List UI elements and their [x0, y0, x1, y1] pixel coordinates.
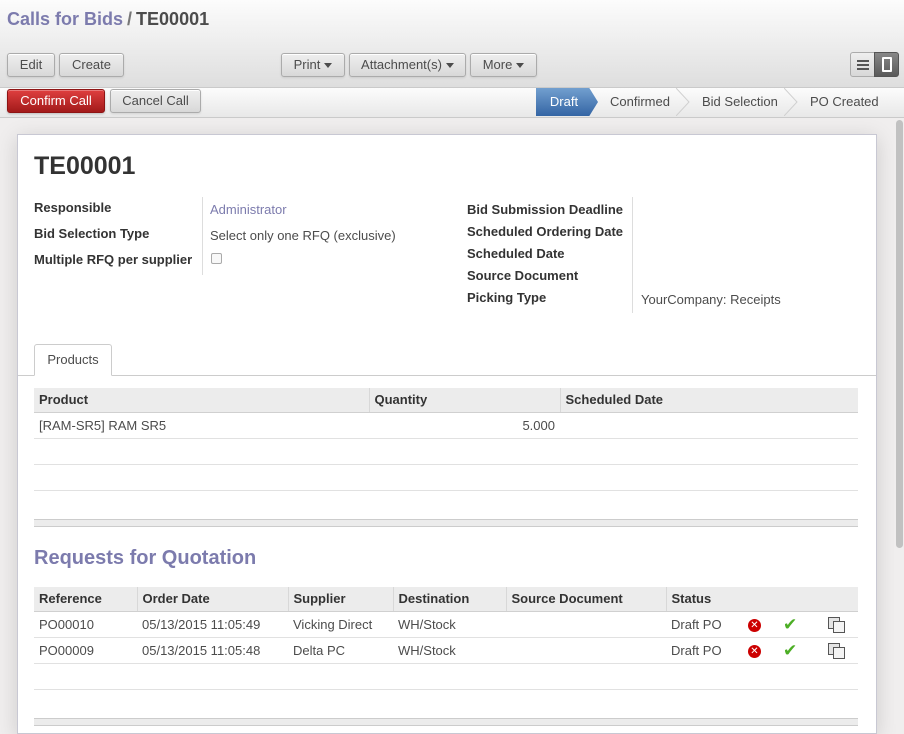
cancel-icon[interactable]: ✕ — [748, 644, 761, 658]
more-dropdown[interactable]: More — [470, 53, 537, 77]
attachments-label: Attachment(s) — [361, 57, 442, 72]
empty-row — [34, 663, 858, 690]
source-document-cell — [506, 611, 666, 638]
copy-icon[interactable] — [828, 643, 845, 660]
scheduled-date-cell — [560, 412, 858, 439]
column-header[interactable]: Product — [34, 388, 370, 413]
column-header-empty — [823, 587, 858, 612]
list-view-button[interactable] — [850, 52, 875, 77]
rfq-table: Reference Order Date Supplier Destinatio… — [34, 587, 858, 690]
products-header-row: Product Quantity Scheduled Date — [34, 388, 858, 413]
source-document-cell — [506, 637, 666, 664]
tab-bar-line — [18, 375, 876, 376]
breadcrumb-parent-link[interactable]: Calls for Bids — [7, 9, 123, 29]
column-header[interactable]: Scheduled Date — [560, 388, 858, 413]
field-divider — [202, 197, 203, 275]
responsible-label: Responsible — [34, 200, 112, 215]
empty-row — [34, 438, 858, 465]
create-button[interactable]: Create — [59, 53, 124, 77]
breadcrumb-separator: / — [127, 9, 133, 29]
stage-bid-selection: Bid Selection — [702, 94, 778, 109]
view-switcher — [850, 52, 900, 77]
reference-cell: PO00009 — [34, 637, 137, 664]
multiple-rfq-label: Multiple RFQ per supplier — [34, 252, 193, 267]
reference-cell: PO00010 — [34, 611, 137, 638]
multiple-rfq-checkbox[interactable] — [211, 253, 222, 264]
order-date-cell: 05/13/2015 11:05:49 — [137, 611, 288, 638]
rfq-header-row: Reference Order Date Supplier Destinatio… — [34, 587, 858, 612]
supplier-cell: Vicking Direct — [288, 611, 393, 638]
stage-separator-icon — [784, 88, 798, 116]
form-sheet: TE00001 Responsible Administrator Bid Se… — [17, 134, 877, 734]
status-cell: Draft PO — [666, 637, 743, 664]
print-dropdown[interactable]: Print — [281, 53, 345, 77]
control-panel: Calls for Bids / TE00001 Edit Create Print… — [0, 0, 904, 88]
record-title: TE00001 — [34, 152, 136, 180]
column-header[interactable]: Quantity — [369, 388, 561, 413]
copy-icon[interactable] — [828, 617, 845, 634]
products-table: Product Quantity Scheduled Date [RAM-SR5… — [34, 388, 858, 491]
statusbar: Confirm Call Cancel Call Draft Confirmed… — [0, 88, 904, 118]
rfq-table-footer — [34, 718, 858, 726]
column-header-empty — [778, 587, 823, 612]
attachments-dropdown[interactable]: Attachment(s) — [349, 53, 466, 77]
cancel-icon[interactable]: ✕ — [748, 618, 761, 632]
table-row[interactable]: [RAM-SR5] RAM SR5 5.000 — [34, 412, 858, 439]
table-row[interactable]: PO00009 05/13/2015 11:05:48 Delta PC WH/… — [34, 637, 858, 664]
order-date-cell: 05/13/2015 11:05:48 — [137, 637, 288, 664]
stage-po-created: PO Created — [810, 94, 879, 109]
bid-deadline-label: Bid Submission Deadline — [467, 202, 624, 217]
bid-selection-type-label: Bid Selection Type — [34, 226, 150, 241]
column-header[interactable]: Supplier — [288, 587, 394, 612]
ordering-date-label: Scheduled Ordering Date — [467, 224, 624, 239]
picking-type-label: Picking Type — [467, 290, 547, 305]
scrollbar-thumb[interactable] — [896, 120, 903, 548]
empty-row — [34, 464, 858, 491]
form-view-button[interactable] — [874, 52, 899, 77]
stage-separator-icon — [676, 88, 690, 116]
form-view-icon — [882, 57, 892, 72]
column-header[interactable]: Reference — [34, 587, 138, 612]
edit-button[interactable]: Edit — [7, 53, 55, 77]
column-header[interactable]: Status — [666, 587, 743, 612]
field-divider — [632, 197, 633, 313]
column-header[interactable]: Order Date — [137, 587, 289, 612]
confirm-call-button[interactable]: Confirm Call — [7, 89, 105, 113]
caret-down-icon — [324, 63, 333, 69]
breadcrumb-current: TE00001 — [136, 9, 210, 29]
table-row[interactable]: PO00010 05/13/2015 11:05:49 Vicking Dire… — [34, 611, 858, 638]
picking-type-value: YourCompany: Receipts — [641, 292, 781, 307]
check-icon[interactable]: ✔ — [783, 616, 797, 633]
cancel-call-button[interactable]: Cancel Call — [110, 89, 201, 113]
responsible-value[interactable]: Administrator — [210, 202, 287, 217]
products-table-footer — [34, 519, 858, 527]
status-cell: Draft PO — [666, 611, 743, 638]
print-label: Print — [293, 57, 321, 72]
product-cell: [RAM-SR5] RAM SR5 — [34, 412, 369, 439]
list-view-icon — [857, 60, 869, 70]
stage-draft: Draft — [536, 88, 598, 116]
column-header-empty — [743, 587, 778, 612]
caret-down-icon — [516, 63, 525, 69]
more-label: More — [482, 57, 513, 72]
breadcrumb: Calls for Bids / TE00001 — [7, 9, 209, 30]
bid-selection-type-value: Select only one RFQ (exclusive) — [210, 228, 396, 243]
tab-products[interactable]: Products — [34, 344, 112, 376]
scheduled-date-label: Scheduled Date — [467, 246, 565, 261]
source-document-label: Source Document — [467, 268, 579, 283]
stage-confirmed: Confirmed — [610, 94, 670, 109]
destination-cell: WH/Stock — [393, 611, 506, 638]
quantity-cell: 5.000 — [369, 412, 560, 439]
rfq-section-title: Requests for Quotation — [34, 547, 257, 569]
destination-cell: WH/Stock — [393, 637, 506, 664]
supplier-cell: Delta PC — [288, 637, 393, 664]
column-header[interactable]: Destination — [393, 587, 507, 612]
column-header[interactable]: Source Document — [506, 587, 667, 612]
check-icon[interactable]: ✔ — [783, 642, 797, 659]
caret-down-icon — [445, 63, 454, 69]
